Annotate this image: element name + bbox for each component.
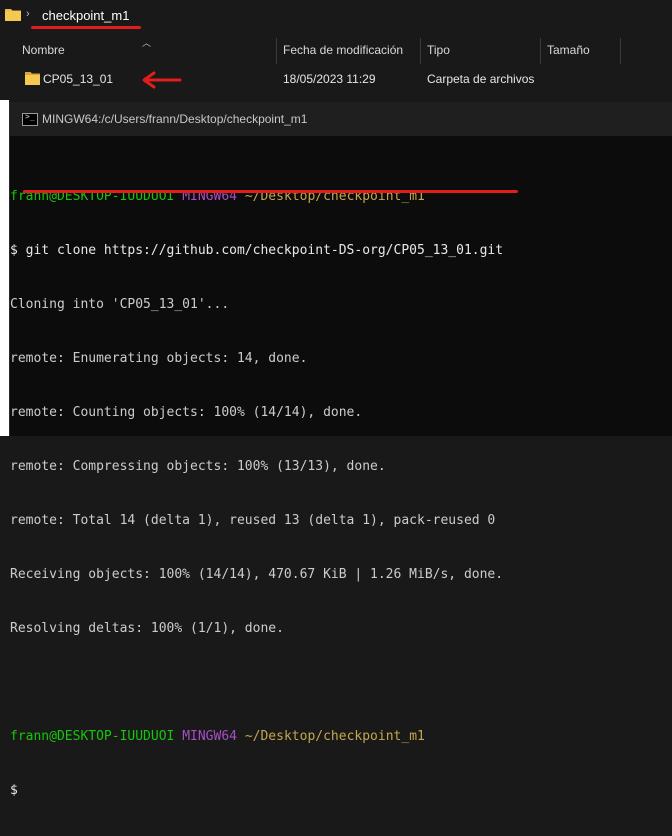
desktop-edge <box>0 100 9 436</box>
column-header-name[interactable]: Nombre <box>22 43 65 57</box>
prompt-path: ~/Desktop/checkpoint_m1 <box>244 729 425 744</box>
column-divider[interactable] <box>420 38 421 64</box>
terminal-output[interactable]: frann@DESKTOP-IUUDUOI MINGW64 ~/Desktop/… <box>10 152 672 836</box>
column-divider[interactable] <box>620 38 621 64</box>
prompt-env: MINGW64 <box>182 729 237 744</box>
command-line: $ git clone https://github.com/checkpoin… <box>10 242 672 260</box>
file-explorer: › checkpoint_m1 ︿ Nombre Fecha de modifi… <box>0 0 672 100</box>
list-item[interactable]: CP05_13_01 18/05/2023 11:29 Carpeta de a… <box>0 68 672 90</box>
prompt-dollar: $ <box>10 243 18 258</box>
file-type: Carpeta de archivos <box>427 72 535 86</box>
annotation-arrow <box>142 71 182 89</box>
breadcrumb[interactable]: checkpoint_m1 <box>42 8 129 23</box>
folder-icon <box>25 72 40 85</box>
window-title: MINGW64:/c/Users/frann/Desktop/checkpoin… <box>42 112 308 126</box>
chevron-right-icon: › <box>26 8 30 20</box>
column-header-type[interactable]: Tipo <box>427 43 450 57</box>
output-line: remote: Counting objects: 100% (14/14), … <box>10 405 363 420</box>
output-line: Resolving deltas: 100% (1/1), done. <box>10 621 284 636</box>
file-modified: 18/05/2023 11:29 <box>283 72 376 86</box>
output-line: Cloning into 'CP05_13_01'... <box>10 297 230 312</box>
column-header-size[interactable]: Tamaño <box>547 43 590 57</box>
output-line: remote: Total 14 (delta 1), reused 13 (d… <box>10 513 496 528</box>
command-text: git clone https://github.com/checkpoint-… <box>25 243 504 258</box>
prompt-dollar: $ <box>10 783 18 798</box>
annotation-underline <box>31 26 141 29</box>
output-line: remote: Enumerating objects: 14, done. <box>10 351 308 366</box>
column-headers: Nombre Fecha de modificación Tipo Tamaño <box>0 38 672 64</box>
address-bar[interactable]: › checkpoint_m1 <box>0 0 672 32</box>
output-line: remote: Compressing objects: 100% (13/13… <box>10 459 386 474</box>
folder-icon <box>5 9 21 21</box>
column-divider[interactable] <box>276 38 277 64</box>
input-line[interactable]: $ <box>10 782 672 800</box>
prompt-user: frann@DESKTOP-IUUDUOI <box>10 729 175 744</box>
output-line: Receiving objects: 100% (14/14), 470.67 … <box>10 567 504 582</box>
terminal-titlebar[interactable]: >_ MINGW64:/c/Users/frann/Desktop/checkp… <box>10 102 672 136</box>
column-header-modified[interactable]: Fecha de modificación <box>283 43 403 57</box>
column-divider[interactable] <box>540 38 541 64</box>
prompt-line: frann@DESKTOP-IUUDUOI MINGW64 ~/Desktop/… <box>10 728 672 746</box>
terminal-app-icon: >_ <box>22 112 38 126</box>
file-name: CP05_13_01 <box>43 72 114 86</box>
terminal-window[interactable]: >_ MINGW64:/c/Users/frann/Desktop/checkp… <box>9 102 672 798</box>
annotation-underline <box>23 190 518 193</box>
